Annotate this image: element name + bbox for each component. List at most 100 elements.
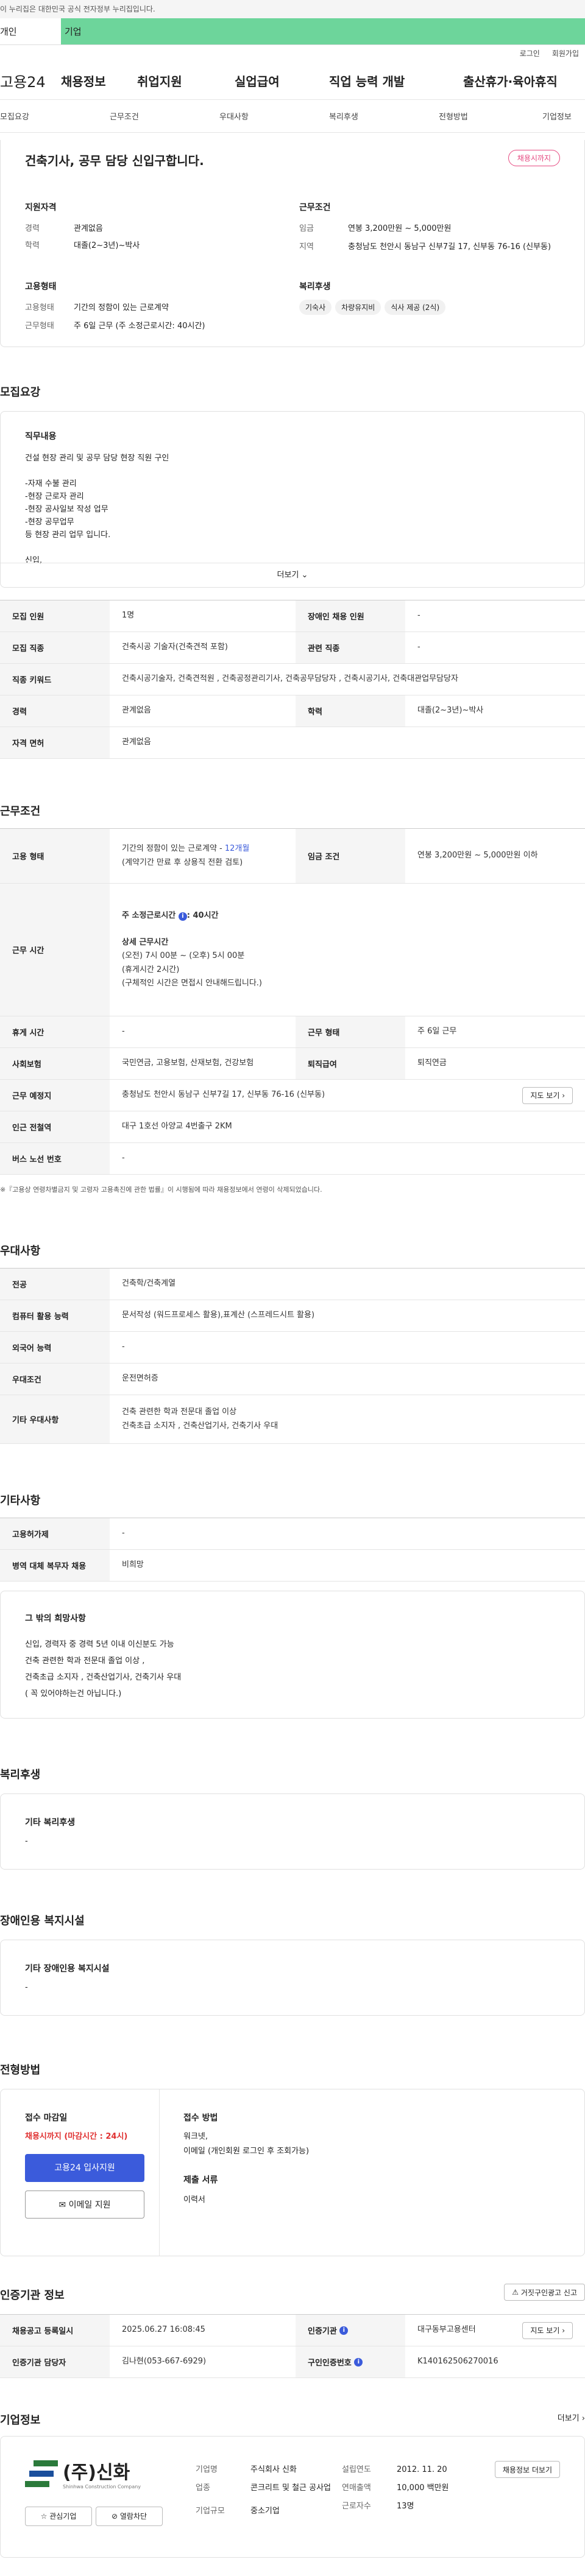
row-key: 자격 면허 <box>0 727 110 758</box>
military-key: 병역 대체 복무자 채용 <box>0 1550 110 1581</box>
table-row: 외국어 능력 - <box>0 1332 585 1364</box>
fav-button[interactable]: ☆ 관심기업 <box>25 2507 92 2526</box>
gnb-item-jobs[interactable]: 채용정보 <box>61 72 137 90</box>
sales-value: 10,000 백만원 <box>397 2483 449 2493</box>
join-link[interactable]: 회원가입 <box>552 45 579 62</box>
place-key: 근무 예정지 <box>0 1080 110 1111</box>
agency-map-button[interactable]: 지도 보기 › <box>522 2321 573 2339</box>
career-key: 경력 <box>25 224 40 233</box>
age-notice: ※『고용상 연령차별금지 및 고령자 고용촉진에 관한 법률』이 시행됨에 따라… <box>0 1186 322 1194</box>
welfare-label: 기타 복리후생 <box>25 1818 76 1828</box>
etc-table: 고용허가제 - 병역 대체 복무자 채용 비희망 <box>0 1518 585 1582</box>
gnb-item-leave[interactable]: 출산휴가·육아휴직 <box>463 72 558 90</box>
row-value: 1명 <box>122 611 135 621</box>
row-key: 경력 <box>0 695 110 727</box>
snb-item-process[interactable]: 전형방법 <box>439 110 542 122</box>
summary-card: 건축기사, 공무 담당 신입구합니다. 채용시까지 지원자격 경력 관계없음 학… <box>0 140 585 347</box>
snb-item-welfare[interactable]: 복리후생 <box>329 110 439 122</box>
area-value: 충청남도 천안시 동남구 신부7길 17, 신부동 76-16 (신부동) <box>348 242 551 252</box>
reg-date-key: 채용공고 등록일시 <box>0 2315 110 2346</box>
row-value: - <box>417 611 420 621</box>
insurance-key: 사회보험 <box>0 1048 110 1079</box>
block-button[interactable]: ⊘ 열람차단 <box>96 2507 163 2526</box>
docs-value: 이력서 <box>183 2195 205 2205</box>
sales-key: 연매출액 <box>342 2483 371 2493</box>
gnb-item-unemployment[interactable]: 실업급여 <box>235 72 329 90</box>
section-title-recruit: 모집요강 <box>0 386 41 399</box>
job-desc-line <box>25 465 169 477</box>
row-value: 관계없음 <box>122 737 151 747</box>
time-value: 주 6일 근무 (주 소정근로시간: 40시간) <box>74 322 205 331</box>
job-desc-text: 건설 현장 관리 및 공무 담당 현장 직원 구인 -자재 수불 관리 -현장 근로… <box>25 452 169 567</box>
wage-value: 연봉 3,200만원 ~ 5,000만원 이하 <box>417 851 538 860</box>
snb-item-company[interactable]: 기업정보 <box>542 110 572 122</box>
login-link[interactable]: 로그인 <box>520 45 540 62</box>
insurance-value: 국민연금, 고용보험, 산재보험, 건강보험 <box>122 1058 254 1068</box>
size-value: 중소기업 <box>250 2507 280 2516</box>
table-row: 우대조건 운전면허증 <box>0 1364 585 1395</box>
site-logo[interactable]: 고용24 <box>0 70 61 91</box>
cond-title: 근무조건 <box>299 203 331 213</box>
employees-key: 근로자수 <box>342 2502 371 2511</box>
permit-value: - <box>122 1529 125 1538</box>
gnb-item-support[interactable]: 취업지원 <box>137 72 235 90</box>
map-button[interactable]: 지도 보기 › <box>522 1086 573 1104</box>
row-value: 건축학/건축계열 <box>122 1279 176 1289</box>
section-title-welfare: 복리후생 <box>0 1768 41 1781</box>
table-row: 모집 인원 1명 장애인 채용 인원 - <box>0 600 585 632</box>
gnb-item-training[interactable]: 직업 능력 개발 <box>329 72 463 90</box>
job-desc-box: 직무내용 건설 현장 관리 및 공무 담당 현장 직원 구인 -자재 수불 관리 -… <box>0 411 585 588</box>
report-button[interactable]: ⚠ 거짓구인광고 신고 <box>504 2284 585 2301</box>
row-value: 대졸(2~3년)~박사 <box>417 706 484 716</box>
row-key: 관련 직종 <box>296 632 405 663</box>
welfare-chip: 차량유지비 <box>335 300 381 315</box>
company-logo: (주)신화 Shinhwa Construction Company <box>25 2457 141 2490</box>
section-title-etc: 기타사항 <box>0 1494 41 1507</box>
company-name-value: 주식회사 신화 <box>250 2465 297 2474</box>
row-value: 건축시공 기술자(건축견적 포함) <box>122 642 228 652</box>
table-row: 자격 면허 관계없음 <box>0 727 585 759</box>
job-desc-line: -현장 공사일보 작성 업무 <box>25 505 108 514</box>
mail-icon: ✉ <box>58 2200 66 2210</box>
email-apply-button[interactable]: ✉ 이메일 지원 <box>25 2191 144 2219</box>
info-icon[interactable]: i <box>354 2357 363 2367</box>
row-key: 장애인 채용 인원 <box>296 600 405 632</box>
company-jobs-button[interactable]: 채용정보 더보기 <box>494 2461 560 2478</box>
disabled-box: 기타 장애인용 복지시설 - <box>0 1940 585 2016</box>
row-key: 직종 키워드 <box>0 664 110 695</box>
snb-item-work[interactable]: 근무조건 <box>110 110 219 122</box>
row-value: - <box>417 642 420 652</box>
welfare-box: 기타 복리후생 - <box>0 1793 585 1870</box>
subway-key: 인근 전철역 <box>0 1111 110 1142</box>
table-row: 컴퓨터 활용 능력 문서작성 (워드프로세스 활용),표계산 (스프레드시트 활용… <box>0 1300 585 1332</box>
star-icon: ☆ <box>40 2512 48 2521</box>
row-value: - <box>122 1342 125 1352</box>
method-title: 접수 방법 <box>183 2113 218 2123</box>
table-row: 직종 키워드 건축시공기술자, 건축견적원 , 건축공정관리기사, 건축공무담당자… <box>0 664 585 695</box>
military-value: 비희망 <box>122 1560 144 1570</box>
job-title: 건축기사, 공무 담당 신입구합니다. <box>25 153 204 168</box>
tab-personal[interactable]: 개인 <box>0 18 61 44</box>
row-key: 모집 직종 <box>0 632 110 663</box>
manager-value: 김나현(053-667-6929) <box>122 2357 207 2367</box>
hours-key: 근무 시간 <box>0 884 110 1016</box>
row-key: 외국어 능력 <box>0 1332 110 1363</box>
more-button[interactable]: 더보기 ⌄ <box>1 563 584 587</box>
info-icon[interactable]: i <box>178 912 187 921</box>
snb-item-recruit[interactable]: 모집요강 <box>0 110 110 122</box>
pay-value: 연봉 3,200만원 ~ 5,000만원 <box>348 224 452 233</box>
welfare-chip: 기숙사 <box>299 300 332 315</box>
company-more-link[interactable]: 더보기 › <box>558 2412 585 2423</box>
row-key: 모집 인원 <box>0 600 110 632</box>
form-key: 근무 형태 <box>296 1016 405 1047</box>
employees-value: 13명 <box>397 2502 414 2511</box>
edu-value: 대졸(2~3년)~박사 <box>74 241 140 250</box>
form-value: 주 6일 근무 <box>417 1027 457 1036</box>
info-icon[interactable]: i <box>339 2326 349 2335</box>
form-key: 고용형태 <box>25 303 54 312</box>
section-title-pref: 우대사항 <box>0 1245 41 1258</box>
job-desc-title: 직무내용 <box>25 432 57 442</box>
snb-item-pref[interactable]: 우대사항 <box>219 110 329 122</box>
tab-company[interactable]: 기업 <box>61 18 585 44</box>
apply-button[interactable]: 고용24 입사지원 <box>25 2154 144 2182</box>
